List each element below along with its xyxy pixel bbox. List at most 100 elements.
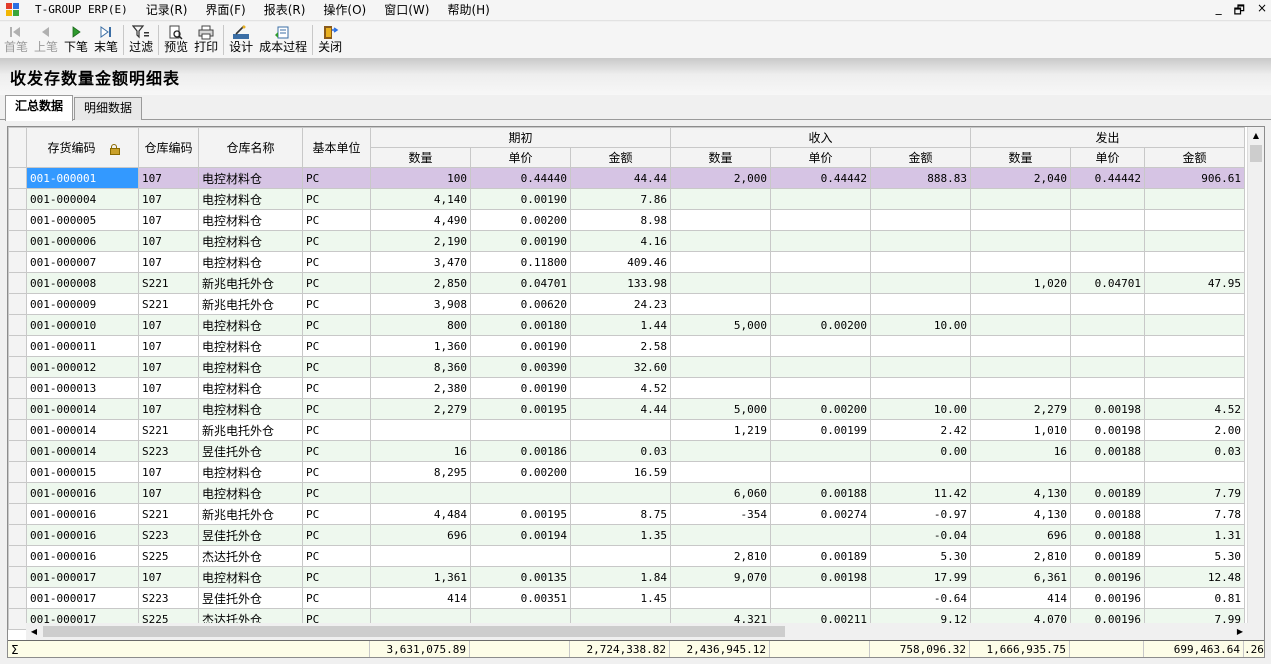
cell-warehouse-name[interactable]: 电控材料仓 <box>198 398 303 420</box>
cell-issue-price[interactable]: 0.04701 <box>1070 272 1145 294</box>
cell-opening-price[interactable]: 0.00186 <box>470 440 571 462</box>
cell-unit[interactable]: PC <box>302 503 371 525</box>
table-row[interactable]: 001-000017 S223 昱佳托外仓 PC 414 0.00351 1.45 -0.64… <box>8 587 1245 609</box>
cell-opening-price[interactable]: 0.00200 <box>470 461 571 483</box>
cell-unit[interactable]: PC <box>302 419 371 441</box>
cell-issue-qty[interactable]: 6,361 <box>970 566 1071 588</box>
cell-issue-price[interactable]: 0.00189 <box>1070 482 1145 504</box>
cell-warehouse-name[interactable]: 电控材料仓 <box>198 335 303 357</box>
cell-warehouse-code[interactable]: 107 <box>138 251 199 273</box>
cell-issue-amount[interactable] <box>1144 461 1245 483</box>
cell-warehouse-code[interactable]: S221 <box>138 293 199 315</box>
cell-issue-price[interactable] <box>1070 293 1145 315</box>
cell-unit[interactable]: PC <box>302 524 371 546</box>
cell-issue-qty[interactable] <box>970 461 1071 483</box>
vertical-scrollbar[interactable]: ▲ <box>1247 127 1264 641</box>
cell-item-code[interactable]: 001-000016 <box>26 524 139 546</box>
row-selector[interactable] <box>8 335 27 357</box>
cell-warehouse-code[interactable]: 107 <box>138 188 199 210</box>
cell-warehouse-name[interactable]: 电控材料仓 <box>198 251 303 273</box>
scroll-up-icon[interactable]: ▲ <box>1248 127 1264 144</box>
cell-unit[interactable]: PC <box>302 272 371 294</box>
cell-item-code[interactable]: 001-000001 <box>26 167 139 189</box>
cell-issue-price[interactable] <box>1070 356 1145 378</box>
cell-issue-price[interactable] <box>1070 335 1145 357</box>
cell-opening-qty[interactable]: 2,279 <box>370 398 471 420</box>
cell-opening-qty[interactable]: 1,361 <box>370 566 471 588</box>
cell-issue-amount[interactable]: 0.03 <box>1144 440 1245 462</box>
cell-opening-qty[interactable]: 8,295 <box>370 461 471 483</box>
cell-opening-qty[interactable]: 4,490 <box>370 209 471 231</box>
cell-opening-price[interactable]: 0.00135 <box>470 566 571 588</box>
row-selector[interactable] <box>8 272 27 294</box>
cell-item-code[interactable]: 001-000017 <box>26 566 139 588</box>
cell-issue-qty[interactable] <box>970 230 1071 252</box>
cell-opening-price[interactable]: 0.00620 <box>470 293 571 315</box>
cell-receipt-price[interactable]: 0.00199 <box>770 419 871 441</box>
cell-unit[interactable]: PC <box>302 293 371 315</box>
cell-issue-price[interactable] <box>1070 461 1145 483</box>
cell-item-code[interactable]: 001-000016 <box>26 503 139 525</box>
cell-receipt-price[interactable]: 0.00200 <box>770 314 871 336</box>
cell-opening-price[interactable]: 0.00351 <box>470 587 571 609</box>
menu-view[interactable]: 界面(F) <box>196 0 254 20</box>
cell-opening-qty[interactable]: 2,850 <box>370 272 471 294</box>
cell-receipt-qty[interactable] <box>670 335 771 357</box>
cell-receipt-amount[interactable]: 11.42 <box>870 482 971 504</box>
col-header-item-code[interactable]: 存货编码 <box>26 127 139 168</box>
table-row[interactable]: 001-000004 107 电控材料仓 PC 4,140 0.00190 7.86 <box>8 188 1245 210</box>
cell-issue-amount[interactable]: 1.31 <box>1144 524 1245 546</box>
scroll-left-icon[interactable]: ◀ <box>26 623 42 640</box>
row-selector[interactable] <box>8 188 27 210</box>
col-header-unit[interactable]: 基本单位 <box>302 127 371 168</box>
cell-receipt-price[interactable] <box>770 524 871 546</box>
cell-issue-amount[interactable] <box>1144 377 1245 399</box>
cell-unit[interactable]: PC <box>302 230 371 252</box>
cell-issue-amount[interactable] <box>1144 251 1245 273</box>
cell-issue-qty[interactable] <box>970 251 1071 273</box>
cell-item-code[interactable]: 001-000008 <box>26 272 139 294</box>
row-selector[interactable] <box>8 440 27 462</box>
cell-item-code[interactable]: 001-000004 <box>26 188 139 210</box>
cell-issue-qty[interactable] <box>970 314 1071 336</box>
cell-warehouse-name[interactable]: 新兆电托外仓 <box>198 419 303 441</box>
cell-issue-amount[interactable]: 2.00 <box>1144 419 1245 441</box>
cell-receipt-qty[interactable]: 2,810 <box>670 545 771 567</box>
cell-opening-amount[interactable]: 8.98 <box>570 209 671 231</box>
cell-warehouse-code[interactable]: S225 <box>138 545 199 567</box>
cell-opening-amount[interactable]: 133.98 <box>570 272 671 294</box>
last-record-button[interactable]: 末笔 <box>91 22 121 56</box>
cell-opening-amount[interactable]: 7.86 <box>570 188 671 210</box>
col-header-opening-qty[interactable]: 数量 <box>370 147 471 168</box>
table-row[interactable]: 001-000016 S221 新兆电托外仓 PC 4,484 0.00195 8.75 -3… <box>8 503 1245 525</box>
cell-warehouse-code[interactable]: S223 <box>138 587 199 609</box>
cell-warehouse-name[interactable]: 电控材料仓 <box>198 209 303 231</box>
row-selector[interactable] <box>8 230 27 252</box>
cell-unit[interactable]: PC <box>302 377 371 399</box>
cell-opening-price[interactable]: 0.00180 <box>470 314 571 336</box>
row-selector[interactable] <box>8 377 27 399</box>
cell-issue-qty[interactable]: 696 <box>970 524 1071 546</box>
menu-erp[interactable]: T-GROUP ERP(E) <box>26 0 137 20</box>
cell-unit[interactable]: PC <box>302 440 371 462</box>
cell-receipt-qty[interactable] <box>670 230 771 252</box>
cell-issue-amount[interactable] <box>1144 314 1245 336</box>
cell-receipt-qty[interactable] <box>670 188 771 210</box>
cell-receipt-qty[interactable] <box>670 440 771 462</box>
cell-opening-amount[interactable] <box>570 482 671 504</box>
cell-receipt-amount[interactable]: 10.00 <box>870 398 971 420</box>
cell-opening-amount[interactable]: 0.03 <box>570 440 671 462</box>
cell-opening-amount[interactable]: 409.46 <box>570 251 671 273</box>
cell-receipt-price[interactable] <box>770 188 871 210</box>
previous-record-button[interactable]: 上笔 <box>31 22 61 56</box>
row-selector[interactable] <box>8 251 27 273</box>
cell-receipt-price[interactable] <box>770 209 871 231</box>
cell-warehouse-name[interactable]: 电控材料仓 <box>198 377 303 399</box>
cell-opening-price[interactable]: 0.00194 <box>470 524 571 546</box>
row-selector[interactable] <box>8 356 27 378</box>
cell-receipt-price[interactable]: 0.00198 <box>770 566 871 588</box>
cell-unit[interactable]: PC <box>302 482 371 504</box>
row-selector[interactable] <box>8 167 27 189</box>
table-row[interactable]: 001-000001 107 电控材料仓 PC 100 0.44440 44.44 2,000… <box>8 167 1245 189</box>
col-header-opening-amount[interactable]: 金额 <box>570 147 671 168</box>
